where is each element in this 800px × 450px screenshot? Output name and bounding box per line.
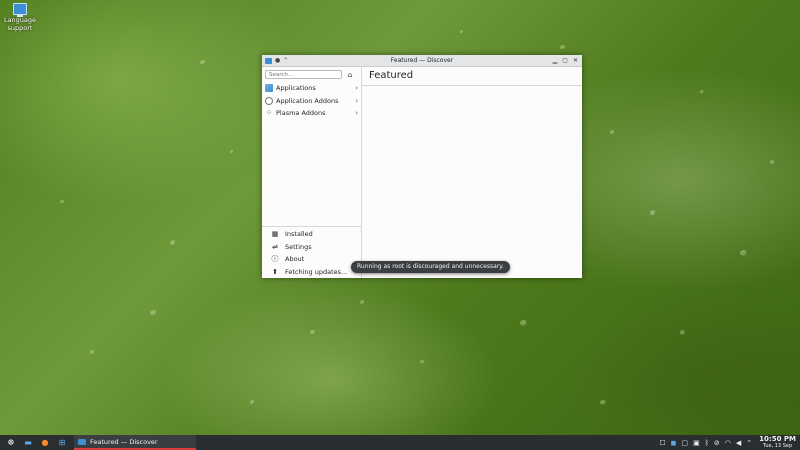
pin-icon[interactable]: ● — [275, 57, 280, 64]
digital-clock[interactable]: 10:50 PM Tue, 13 Sep — [759, 436, 796, 449]
maximize-icon[interactable]: ▢ — [562, 57, 568, 64]
network-disabled-icon[interactable]: ⊘ — [714, 439, 720, 447]
discover-window: ● ⌃ Featured — Discover ▁ ▢ ✕ ⌂ Applicat… — [262, 55, 582, 278]
category-label: Plasma Addons — [276, 109, 326, 118]
discover-launcher-icon[interactable]: ⊞ — [56, 437, 68, 449]
app-menu-icon[interactable] — [265, 57, 272, 64]
task-label: Featured — Discover — [90, 437, 158, 446]
main-pane: Featured — [362, 67, 582, 278]
discover-task-icon — [78, 438, 86, 445]
home-icon[interactable]: ⌂ — [346, 71, 354, 79]
settings-icon: ⇌ — [272, 242, 278, 251]
firefox-icon[interactable]: ● — [39, 437, 51, 449]
system-tray: ☐ ◼ ▢ ▣ ᛒ ⊘ ◠ ◀ ⌃ 10:50 PM Tue, 13 Sep — [659, 436, 800, 449]
file-manager-icon[interactable]: ▬ — [22, 437, 34, 449]
installed-icon: ▦ — [271, 230, 279, 239]
category-label: Application Addons — [276, 96, 339, 105]
chevron-right-icon: › — [355, 109, 358, 118]
task-discover[interactable]: Featured — Discover — [74, 435, 196, 450]
application-launcher-icon[interactable]: ☸ — [5, 437, 17, 449]
tray-expand-icon[interactable]: ⌃ — [746, 439, 752, 447]
clipboard-icon[interactable]: ☐ — [659, 439, 665, 447]
device-notifier-icon[interactable]: ▢ — [681, 439, 688, 447]
desktop-icon-label: Language support — [3, 16, 37, 32]
clock-date: Tue, 13 Sep — [763, 442, 793, 449]
monitor-icon — [13, 3, 27, 17]
close-icon[interactable]: ✕ — [573, 57, 578, 64]
nav-label: Installed — [285, 230, 313, 239]
nav-installed[interactable]: ▦ Installed — [262, 228, 361, 241]
bottom-nav: ▦ Installed ⇌ Settings ⓘ About ⬆ Fetchin… — [262, 226, 361, 278]
nav-label: Fetching updates... — [285, 267, 348, 276]
window-title: Featured — Discover — [390, 57, 454, 64]
clock-time: 10:50 PM — [759, 435, 796, 443]
applications-icon — [265, 84, 273, 93]
media-player-icon[interactable]: ▣ — [693, 439, 700, 447]
sidebar: ⌂ Applications › Application Addons › ⁘ … — [262, 67, 362, 278]
notifications-icon[interactable]: ◼ — [671, 439, 677, 447]
desktop-icon-language-support[interactable]: Language support — [2, 3, 38, 32]
category-applications[interactable]: Applications › — [262, 82, 361, 95]
search-input[interactable] — [265, 70, 342, 79]
wifi-icon[interactable]: ◠ — [725, 439, 731, 447]
nav-label: Settings — [285, 242, 312, 251]
volume-icon[interactable]: ◀ — [736, 439, 741, 447]
taskbar: ☸ ▬ ● ⊞ Featured — Discover ☐ ◼ ▢ ▣ ᛒ ⊘ … — [0, 435, 800, 450]
bluetooth-icon[interactable]: ᛒ — [705, 439, 709, 447]
category-label: Applications — [276, 84, 316, 93]
plasma-icon: ⁘ — [265, 108, 273, 118]
category-application-addons[interactable]: Application Addons › — [262, 95, 361, 108]
info-icon: ⓘ — [271, 255, 279, 264]
updates-icon: ⬆ — [272, 267, 278, 276]
chevron-right-icon: › — [355, 84, 358, 93]
page-title: Featured — [362, 67, 582, 86]
nav-settings[interactable]: ⇌ Settings — [262, 241, 361, 254]
window-titlebar[interactable]: ● ⌃ Featured — Discover ▁ ▢ ✕ — [262, 55, 582, 67]
nav-label: About — [285, 255, 305, 264]
addons-icon — [265, 96, 273, 105]
category-plasma-addons[interactable]: ⁘ Plasma Addons › — [262, 107, 361, 120]
root-warning-toast: Running as root is discouraged and unnec… — [351, 261, 510, 273]
minimize-icon[interactable]: ▁ — [553, 57, 558, 64]
nav-about[interactable]: ⓘ About — [262, 253, 361, 266]
nav-updates[interactable]: ⬆ Fetching updates... — [262, 266, 361, 279]
keep-above-icon[interactable]: ⌃ — [283, 57, 288, 64]
chevron-right-icon: › — [355, 96, 358, 105]
